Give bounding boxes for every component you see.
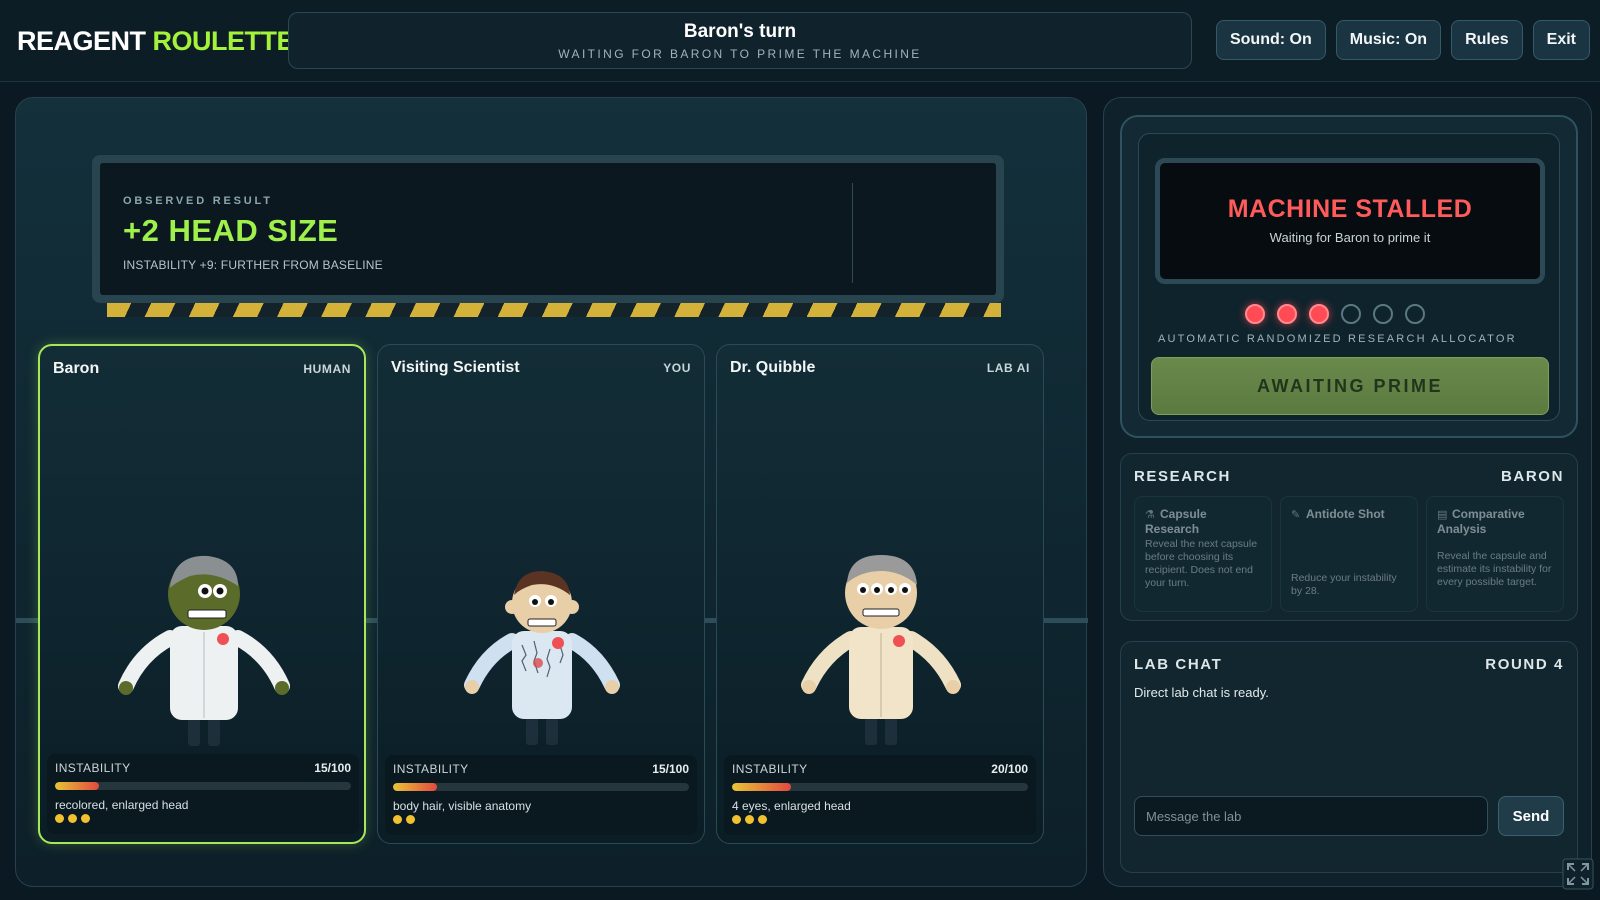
music-toggle-button[interactable]: Music: On: [1335, 20, 1442, 60]
machine-status-sub: Waiting for Baron to prime it: [1269, 230, 1431, 245]
exit-button[interactable]: Exit: [1532, 20, 1590, 60]
result-value: +2 HEAD SIZE: [123, 213, 339, 248]
side-panel: MACHINE STALLED Waiting for Baron to pri…: [1103, 97, 1592, 887]
player-avatar: [464, 571, 620, 745]
research-card-comparative-analysis[interactable]: ▤ Comparative Analysis Reveal the capsule…: [1426, 496, 1564, 612]
chat-message: Direct lab chat is ready.: [1134, 685, 1269, 700]
player-name: Visiting Scientist: [391, 359, 520, 376]
instability-panel: INSTABILITY 15/100 body hair, visible an…: [385, 755, 697, 835]
fullscreen-icon[interactable]: [1562, 858, 1594, 890]
research-card-capsule-research[interactable]: ⚗ Capsule Research Reveal the next capsul…: [1134, 496, 1272, 612]
machine: MACHINE STALLED Waiting for Baron to pri…: [1120, 115, 1578, 438]
capsule-dot: [393, 815, 402, 824]
player-name: Dr. Quibble: [730, 359, 816, 376]
research-card-desc: Reduce your instability by 28.: [1291, 572, 1397, 597]
result-divider: [852, 183, 853, 283]
result-label: OBSERVED RESULT: [123, 195, 273, 207]
top-controls: Sound: On Music: On Rules Exit: [1215, 20, 1590, 60]
progress-light: [1341, 304, 1361, 324]
mutation-traits: body hair, visible anatomy: [393, 799, 532, 813]
research-card-antidote-shot[interactable]: ✎ Antidote Shot Reduce your instability b…: [1280, 496, 1418, 612]
round-indicator: ROUND 4: [1485, 656, 1564, 673]
chat-title: LAB CHAT: [1134, 656, 1223, 673]
app-logo: REAGENT ROULETTE: [17, 26, 295, 57]
instability-label: INSTABILITY: [55, 761, 131, 775]
flask-icon: ⚗: [1145, 509, 1155, 521]
instability-bar-fill: [393, 783, 438, 791]
player-avatar: [801, 555, 961, 745]
capsule-dots: [732, 815, 767, 824]
progress-light: [1245, 304, 1265, 324]
instability-bar: [393, 783, 689, 791]
instability-bar-fill: [55, 782, 100, 790]
player-role: HUMAN: [303, 362, 351, 376]
research-owner: BARON: [1501, 468, 1564, 485]
player-card-dr-quibble[interactable]: Dr. Quibble LAB AI INSTABILITY 20/100 4 …: [716, 344, 1044, 844]
research-panel: RESEARCH BARON ⚗ Capsule Research Reveal …: [1120, 453, 1578, 621]
turn-title: Baron's turn: [683, 21, 797, 42]
lab-chat: LAB CHAT ROUND 4 Direct lab chat is read…: [1120, 641, 1578, 873]
player-avatar: [118, 555, 290, 746]
chat-input[interactable]: [1134, 796, 1488, 836]
research-title: RESEARCH: [1134, 468, 1231, 485]
mutation-traits: 4 eyes, enlarged head: [732, 799, 851, 813]
hazard-stripe: [107, 303, 1001, 317]
mutation-traits: recolored, enlarged head: [55, 798, 189, 812]
logo-word-roulette: ROULETTE: [152, 26, 295, 56]
rules-button[interactable]: Rules: [1451, 20, 1523, 60]
instability-label: INSTABILITY: [732, 762, 808, 776]
research-card-title: Antidote Shot: [1306, 507, 1385, 521]
progress-light: [1277, 304, 1297, 324]
instability-value: 20/100: [991, 762, 1028, 776]
player-card-visiting-scientist[interactable]: Visiting Scientist YOU INSTABILITY 15/10…: [377, 344, 705, 844]
result-display: OBSERVED RESULT +2 HEAD SIZE INSTABILITY…: [92, 155, 1004, 303]
capsule-dot: [68, 814, 77, 823]
lab-stage: OBSERVED RESULT +2 HEAD SIZE INSTABILITY…: [15, 97, 1088, 887]
instability-label: INSTABILITY: [393, 762, 469, 776]
progress-light: [1309, 304, 1329, 324]
prime-button[interactable]: AWAITING PRIME: [1151, 357, 1549, 415]
turn-status: Baron's turn WAITING FOR BARON TO PRIME …: [288, 12, 1192, 69]
turn-subtitle: WAITING FOR BARON TO PRIME THE MACHINE: [558, 47, 922, 61]
send-button[interactable]: Send: [1498, 796, 1564, 836]
research-card-desc: Reveal the next capsule before choosing …: [1145, 538, 1258, 589]
capsule-dots: [55, 814, 90, 823]
logo-word-reagent: REAGENT: [17, 26, 146, 56]
research-card-desc: Reveal the capsule and estimate its inst…: [1437, 550, 1552, 588]
player-name: Baron: [53, 360, 100, 377]
capsule-dot: [55, 814, 64, 823]
instability-value: 15/100: [652, 762, 689, 776]
instability-panel: INSTABILITY 15/100 recolored, enlarged h…: [47, 754, 359, 834]
player-card-baron[interactable]: Baron HUMAN INSTABILITY 15/100 recolored…: [38, 344, 366, 844]
capsule-dot: [732, 815, 741, 824]
capsule-dot: [81, 814, 90, 823]
instability-bar-fill: [732, 783, 792, 791]
sound-toggle-button[interactable]: Sound: On: [1215, 20, 1326, 60]
progress-lights: [1245, 304, 1425, 324]
player-role: LAB AI: [986, 361, 1030, 375]
result-note: INSTABILITY +9: FURTHER FROM BASELINE: [123, 258, 383, 272]
progress-light: [1405, 304, 1425, 324]
machine-screen: MACHINE STALLED Waiting for Baron to pri…: [1155, 158, 1545, 284]
syringe-icon: ✎: [1291, 509, 1301, 521]
instability-panel: INSTABILITY 20/100 4 eyes, enlarged head: [724, 755, 1036, 835]
instability-bar: [55, 782, 351, 790]
capsule-dot: [406, 815, 415, 824]
player-role: YOU: [663, 361, 691, 375]
chart-icon: ▤: [1437, 509, 1448, 521]
capsule-dots: [393, 815, 415, 824]
machine-status: MACHINE STALLED: [1227, 195, 1473, 223]
progress-light: [1373, 304, 1393, 324]
instability-bar: [732, 783, 1028, 791]
capsule-dot: [758, 815, 767, 824]
instability-value: 15/100: [314, 761, 351, 775]
top-bar: REAGENT ROULETTE Baron's turn WAITING FO…: [0, 0, 1600, 82]
capsule-dot: [745, 815, 754, 824]
allocator-label: AUTOMATIC RANDOMIZED RESEARCH ALLOCATOR: [1158, 333, 1517, 345]
research-card-title: Comparative Analysis: [1437, 507, 1525, 536]
